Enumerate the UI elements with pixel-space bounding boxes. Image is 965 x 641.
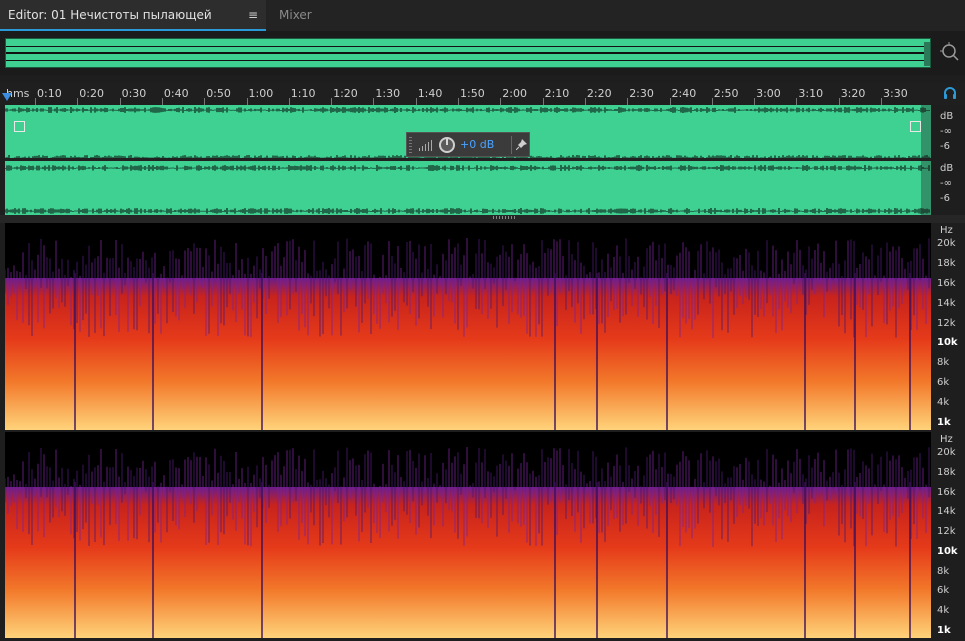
ruler-tick [246, 98, 248, 105]
ruler-tick-label: 3:20 [840, 87, 866, 100]
zoom-navigator-icon[interactable] [940, 42, 960, 62]
ruler-tick [373, 98, 375, 105]
hz-label: 16k [937, 277, 956, 289]
ruler-tick [627, 98, 629, 105]
spectral-display-left[interactable] [5, 223, 931, 430]
db-scale: dB -∞ -6 dB -∞ -6 [931, 105, 965, 215]
ruler-tick-label: 1:10 [290, 87, 316, 100]
pin-icon[interactable] [516, 139, 527, 150]
ruler-tick-label: 3:30 [883, 87, 908, 100]
fade-out-handle[interactable] [910, 121, 921, 132]
hz-label: 18k [937, 257, 956, 269]
hz-label: 6k [937, 585, 950, 597]
volume-hud: +0 dB [406, 132, 530, 157]
ruler-tick [796, 98, 798, 105]
hz-label: 10k [937, 337, 958, 349]
ruler-tick [415, 98, 417, 105]
ruler-tick [119, 98, 121, 105]
panel-tab-bar: Editor: 01 Нечистоты пылающей Бездны.mp3… [0, 0, 965, 53]
view-splitter[interactable] [0, 215, 965, 223]
ruler-tick-label: 2:40 [671, 87, 697, 100]
hz-label: 10k [937, 545, 958, 557]
overview-waveform[interactable] [5, 38, 931, 68]
ruler-tick-label: 2:10 [544, 87, 570, 100]
volume-value[interactable]: +0 dB [460, 138, 494, 151]
playhead-marker[interactable] [2, 93, 12, 101]
headphones-icon[interactable] [943, 86, 957, 100]
db-lower-top: -∞ [940, 126, 952, 137]
overview-navigator [0, 31, 965, 75]
ruler-tick-label: 2:50 [713, 87, 739, 100]
hz-label: 12k [937, 317, 956, 329]
db-lower-bottom: -∞ [940, 178, 952, 189]
ruler-tick-label: 0:30 [121, 87, 147, 100]
hz-label: 4k [937, 397, 950, 409]
ruler-tick [838, 98, 840, 105]
hz-label: 6k [937, 377, 950, 389]
ruler-tick [161, 98, 163, 105]
ruler-tick-label: 1:50 [460, 87, 485, 100]
frequency-scale-left: Hz 20k 18k 16k 14k 12k 10k 8k 6k 4k 1k [931, 223, 965, 430]
channel-divider [5, 158, 931, 161]
ruler-tick [669, 98, 671, 105]
hz-label: 8k [937, 565, 950, 577]
ruler-tick [204, 98, 206, 105]
ruler-tick-label: 3:00 [756, 87, 781, 100]
hz-label: 12k [937, 526, 956, 538]
time-ruler[interactable]: hms 0:10 0:20 0:30 0:40 0:50 1:00 1:10 1:20 1:30… [0, 83, 965, 105]
db-unit-top: dB [940, 111, 954, 122]
hz-unit: Hz [940, 225, 953, 236]
db-upper-bottom: -6 [940, 193, 950, 204]
level-meter-icon [419, 140, 432, 151]
tab-editor[interactable]: Editor: 01 Нечистоты пылающей Бездны.mp3… [0, 0, 266, 53]
ruler-tick-label: 0:40 [163, 87, 189, 100]
ruler-tick-label: 0:20 [79, 87, 104, 100]
hz-label: 1k [937, 625, 951, 636]
ruler-tick-label: 0:10 [37, 87, 62, 100]
ruler-tick-label: 0:50 [206, 87, 231, 100]
ruler-tick-label: 1:20 [333, 87, 358, 100]
hz-label: 8k [937, 357, 950, 369]
hz-label: 16k [937, 486, 956, 498]
ruler-tick [542, 98, 544, 105]
ruler-tick-label: 2:20 [586, 87, 612, 100]
hz-label: 14k [937, 506, 956, 518]
ruler-tick [881, 98, 882, 105]
hz-label: 20k [937, 447, 956, 458]
ruler-tick [331, 98, 333, 105]
ruler-tick [458, 98, 459, 105]
ruler-tick [288, 98, 290, 105]
db-upper-top: -6 [940, 141, 950, 152]
hz-unit: Hz [940, 434, 953, 445]
hz-label: 20k [937, 238, 956, 249]
ruler-tick [500, 98, 502, 105]
ruler-tick-label: 1:40 [417, 87, 443, 100]
ruler-tick-label: 1:00 [248, 87, 274, 100]
hz-label: 1k [937, 417, 951, 428]
hz-label: 18k [937, 466, 956, 478]
frequency-scale-right: Hz 20k 18k 16k 14k 12k 10k 8k 6k 4k 1k [931, 432, 965, 638]
ruler-tick-label: 2:00 [502, 87, 527, 100]
ruler-tick [754, 98, 756, 105]
hz-label: 14k [937, 297, 956, 309]
ruler-tick [711, 98, 713, 105]
ruler-tick [77, 98, 79, 105]
fade-in-handle[interactable] [14, 121, 25, 132]
hz-label: 4k [937, 605, 950, 617]
hud-separator [511, 136, 512, 154]
tab-mixer[interactable]: Mixer [268, 0, 332, 31]
ruler-tick-label: 3:10 [798, 87, 824, 100]
panel-menu-icon[interactable]: ≡ [248, 0, 258, 31]
ruler-tick [35, 98, 36, 105]
ruler-tick-label: 1:30 [375, 87, 401, 100]
ruler-tick [584, 98, 586, 105]
ruler-tick-label: 2:30 [629, 87, 654, 100]
hud-grip[interactable] [409, 137, 412, 153]
db-unit-bottom: dB [940, 163, 954, 174]
spectral-display-right[interactable] [5, 432, 931, 638]
volume-knob-icon[interactable] [438, 136, 456, 154]
